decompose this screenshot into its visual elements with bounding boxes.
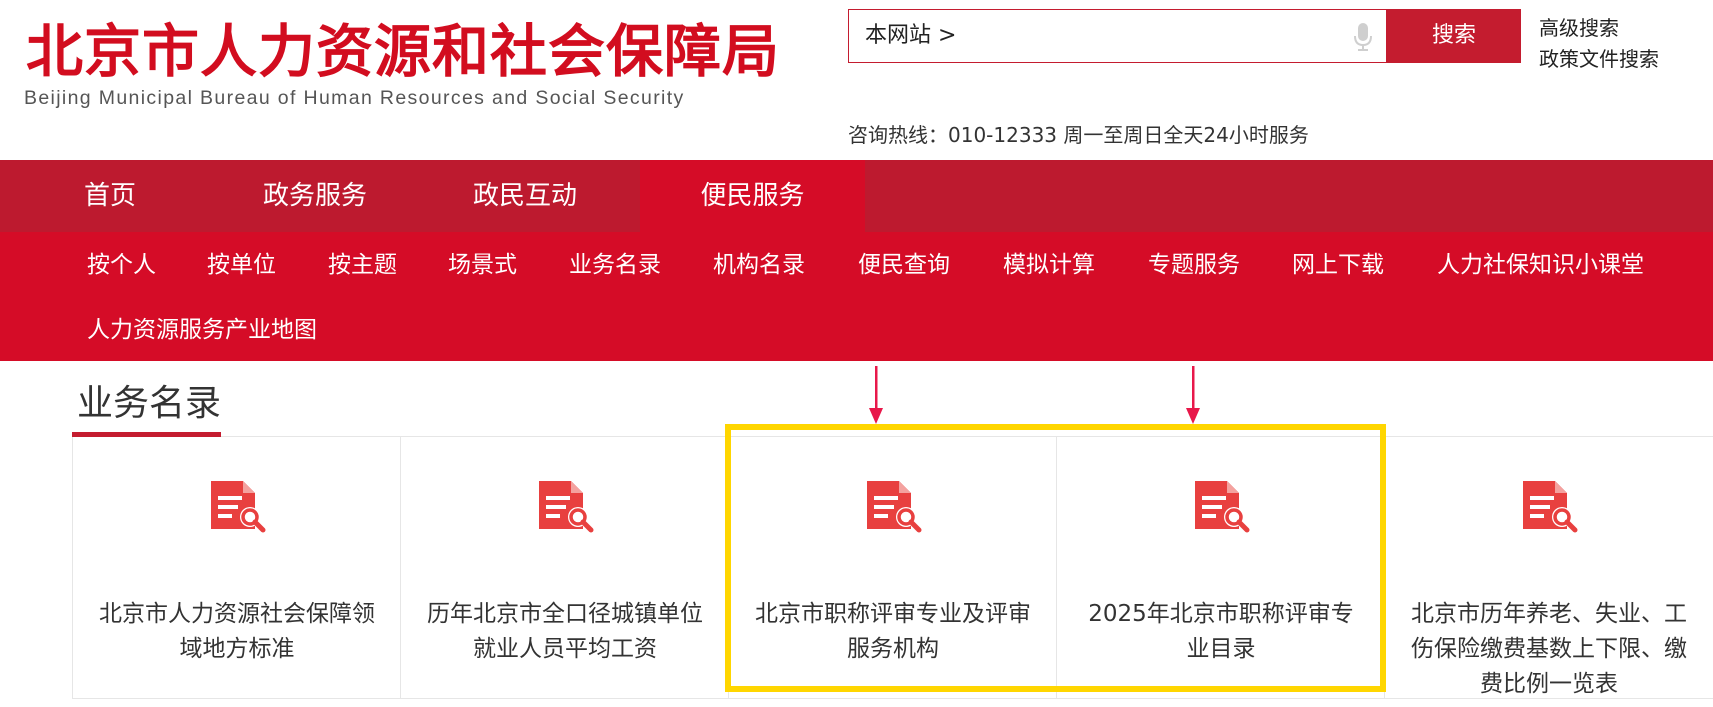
document-search-icon xyxy=(867,481,922,533)
business-card-label: 历年北京市全口径城镇单位就业人员平均工资 xyxy=(427,601,703,662)
subnav-item-convenience-query[interactable]: 便民查询 xyxy=(858,250,950,280)
subnav-item-by-individual[interactable]: 按个人 xyxy=(87,250,156,280)
nav-tab-home[interactable]: 首页 xyxy=(40,160,180,232)
site-logo-title[interactable]: 北京市人力资源和社会保障局 xyxy=(26,18,780,86)
subnav-item-special-services[interactable]: 专题服务 xyxy=(1148,250,1240,280)
arrow-down-icon xyxy=(869,366,883,424)
search-button[interactable]: 搜索 xyxy=(1387,9,1521,63)
business-card-list: 北京市人力资源社会保障领域地方标准 历年北京市全口径城镇单位就业人员平均工资 北… xyxy=(72,437,1713,699)
sub-nav: 按个人 按单位 按主题 场景式 业务名录 机构名录 便民查询 模拟计算 专题服务… xyxy=(0,232,1713,361)
section-title: 业务名录 xyxy=(77,383,222,424)
subnav-item-knowledge-classroom[interactable]: 人力社保知识小课堂 xyxy=(1437,250,1644,280)
business-card[interactable]: 北京市历年养老、失业、工伤保险缴费基数上下限、缴费比例一览表 xyxy=(1384,437,1713,699)
business-card[interactable]: 北京市职称评审专业及评审服务机构 xyxy=(728,437,1056,699)
subnav-item-by-topic[interactable]: 按主题 xyxy=(328,250,397,280)
policy-search-link[interactable]: 政策文件搜索 xyxy=(1539,43,1659,72)
advanced-search-link[interactable]: 高级搜索 xyxy=(1539,12,1619,41)
hotline-text: 咨询热线：010-12333 周一至周日全天24小时服务 xyxy=(848,123,1309,147)
document-search-icon xyxy=(1195,481,1250,533)
search-scope-selector[interactable]: 本网站 > xyxy=(865,10,956,62)
subnav-item-institution-directory[interactable]: 机构名录 xyxy=(713,250,805,280)
subnav-item-industry-map[interactable]: 人力资源服务产业地图 xyxy=(87,315,317,345)
microphone-icon[interactable] xyxy=(1352,22,1374,52)
search-input[interactable]: 本网站 > xyxy=(848,9,1387,63)
business-card-label: 2025年北京市职称评审专业目录 xyxy=(1088,601,1354,662)
subnav-item-by-unit[interactable]: 按单位 xyxy=(207,250,276,280)
business-card[interactable]: 2025年北京市职称评审专业目录 xyxy=(1056,437,1384,699)
document-search-icon xyxy=(539,481,594,533)
site-header: 北京市人力资源和社会保障局 Beijing Municipal Bureau o… xyxy=(0,0,1713,160)
nav-tab-public-interaction[interactable]: 政民互动 xyxy=(450,160,600,232)
business-card-label: 北京市历年养老、失业、工伤保险缴费基数上下限、缴费比例一览表 xyxy=(1411,601,1687,697)
subnav-item-scenario[interactable]: 场景式 xyxy=(448,250,517,280)
main-nav: 首页 政务服务 政民互动 便民服务 xyxy=(0,160,1713,232)
nav-tab-government-services[interactable]: 政务服务 xyxy=(240,160,390,232)
business-card-label: 北京市职称评审专业及评审服务机构 xyxy=(755,601,1031,662)
arrow-down-icon xyxy=(1186,366,1200,424)
business-card-label: 北京市人力资源社会保障领域地方标准 xyxy=(99,601,375,662)
site-logo-subtitle: Beijing Municipal Bureau of Human Resour… xyxy=(24,87,685,109)
subnav-item-business-directory[interactable]: 业务名录 xyxy=(569,250,661,280)
subnav-item-online-download[interactable]: 网上下载 xyxy=(1292,250,1384,280)
business-card[interactable]: 北京市人力资源社会保障领域地方标准 xyxy=(72,437,400,699)
subnav-item-simulation-calc[interactable]: 模拟计算 xyxy=(1003,250,1095,280)
document-search-icon xyxy=(211,481,266,533)
nav-tab-convenience-services[interactable]: 便民服务 xyxy=(640,160,865,232)
business-card[interactable]: 历年北京市全口径城镇单位就业人员平均工资 xyxy=(400,437,728,699)
document-search-icon xyxy=(1523,481,1578,533)
